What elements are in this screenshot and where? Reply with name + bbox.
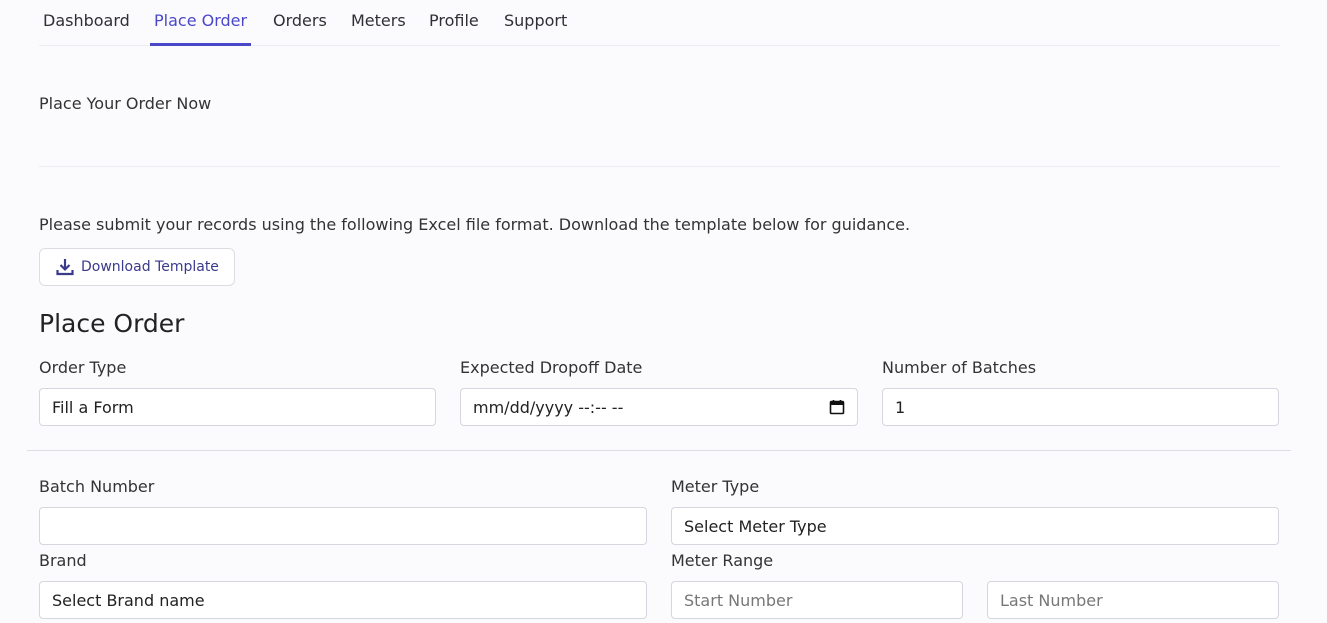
meter-range-label: Meter Range	[671, 551, 774, 570]
download-icon	[55, 257, 75, 277]
meter-range-end-input[interactable]: Last Number	[987, 581, 1279, 619]
meter-range-start-input[interactable]: Start Number	[671, 581, 963, 619]
meter-type-label: Meter Type	[671, 477, 760, 496]
brand-label: Brand	[39, 551, 87, 570]
batch-number-input[interactable]	[39, 507, 647, 545]
dropoff-date-label: Expected Dropoff Date	[460, 358, 643, 377]
divider	[39, 166, 1280, 167]
section-title: Place Your Order Now	[39, 94, 212, 113]
form-divider	[27, 450, 1291, 451]
dropoff-date-value: mm/dd/yyyy --:-- --	[473, 397, 624, 417]
download-template-label: Download Template	[81, 259, 219, 275]
tab-dashboard[interactable]: Dashboard	[43, 0, 130, 46]
top-nav: Dashboard Place Order Orders Meters Prof…	[39, 0, 1280, 46]
brand-select[interactable]: Select Brand name	[39, 581, 647, 619]
batch-number-label: Batch Number	[39, 477, 155, 496]
meter-type-select[interactable]: Select Meter Type	[671, 507, 1279, 545]
tab-orders[interactable]: Orders	[273, 0, 327, 46]
order-type-label: Order Type	[39, 358, 127, 377]
tab-support[interactable]: Support	[504, 0, 567, 46]
dropoff-date-input[interactable]: mm/dd/yyyy --:-- --	[460, 388, 858, 426]
calendar-icon[interactable]	[829, 399, 845, 415]
tab-meters[interactable]: Meters	[351, 0, 406, 46]
num-batches-input[interactable]: 1	[882, 388, 1279, 426]
form-title: Place Order	[39, 309, 185, 338]
tab-profile[interactable]: Profile	[429, 0, 479, 46]
tab-place-order[interactable]: Place Order	[150, 0, 252, 46]
num-batches-label: Number of Batches	[882, 358, 1037, 377]
order-type-select[interactable]: Fill a Form	[39, 388, 436, 426]
instructions-text: Please submit your records using the fol…	[39, 215, 911, 234]
download-template-button[interactable]: Download Template	[39, 248, 235, 286]
